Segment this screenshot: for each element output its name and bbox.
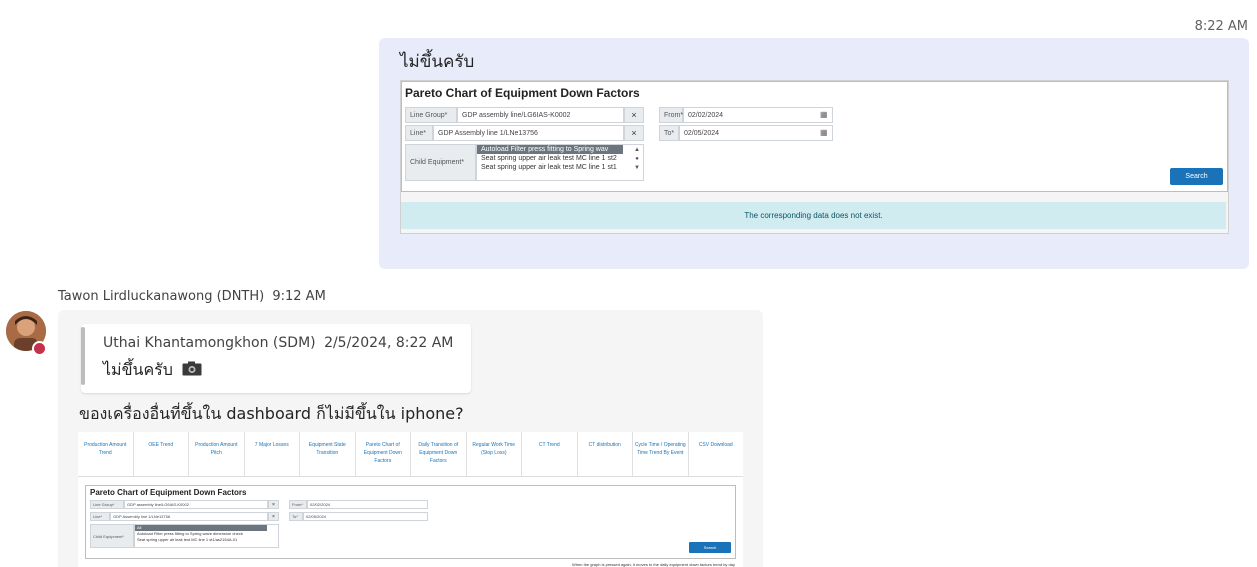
panel-title: Pareto Chart of Equipment Down Factors (405, 86, 640, 100)
tab-pareto-chart[interactable]: Pareto Chart of Equipment Down Factors (356, 432, 411, 476)
to-date-input[interactable]: 02/05/2024 (303, 512, 428, 521)
from-date-input[interactable]: 02/02/2024 (683, 107, 833, 123)
quote-bar (81, 327, 85, 385)
child-equipment-option[interactable]: Autoload Filter press fitting to Spring … (477, 145, 623, 154)
sender-name[interactable]: Tawon Lirdluckanawong (DNTH) (58, 289, 264, 304)
to-date-input[interactable]: 02/05/2024 (679, 125, 833, 141)
message-timestamp: 8:22 AM (1194, 19, 1248, 34)
to-label: To* (289, 512, 303, 521)
clear-line-group-button[interactable]: × (268, 500, 279, 509)
quote-text: ไม่ขึ้นครับ (103, 360, 173, 379)
child-equipment-label: Child Equipment* (90, 524, 134, 548)
message-timestamp: 9:12 AM (272, 289, 326, 304)
child-equipment-label: Child Equipment* (405, 144, 476, 181)
tab-equipment-state-transition[interactable]: Equipment State Transition (300, 432, 356, 476)
tab-csv-download[interactable]: CSV Download (689, 432, 744, 476)
child-equipment-option[interactable]: Seat spring upper air leak test MC line … (135, 537, 278, 543)
list-scrollbar[interactable]: ▲ ● ▼ (633, 146, 641, 173)
child-equipment-option[interactable]: Seat spring upper air leak test MC line … (477, 154, 643, 163)
tab-regular-work-time[interactable]: Regular Work Time (Stop Loss) (467, 432, 522, 476)
line-label: Line* (90, 512, 110, 521)
from-label: From* (289, 500, 307, 509)
child-equipment-list[interactable]: Autoload Filter press fitting to Spring … (476, 144, 644, 181)
quote-text-row: ไม่ขึ้นครับ (103, 358, 202, 383)
message-header: Tawon Lirdluckanawong (DNTH) 9:12 AM (58, 289, 326, 304)
tab-daily-transition[interactable]: Daily Transition of Equipment Down Facto… (411, 432, 467, 476)
camera-icon (182, 361, 202, 380)
search-button[interactable]: Search (689, 542, 731, 553)
line-group-select[interactable]: GDP assembly line/LG6IAS-K0002 (124, 500, 268, 509)
quote-header: Uthai Khantamongkhon (SDM) 2/5/2024, 8:2… (103, 335, 453, 351)
tab-ct-trend[interactable]: CT Trend (522, 432, 578, 476)
clear-line-group-button[interactable]: × (624, 107, 644, 123)
tab-cycle-time[interactable]: Cycle Time / Operating Time Trend By Eve… (633, 432, 689, 476)
pareto-search-panel: Pareto Chart of Equipment Down Factors L… (401, 81, 1228, 192)
panel-title: Pareto Chart of Equipment Down Factors (90, 488, 247, 497)
presence-status-icon (32, 341, 47, 356)
tab-production-amount-trend[interactable]: Production Amount Trend (78, 432, 134, 476)
tab-ct-distribution[interactable]: CT distribution (578, 432, 633, 476)
line-select[interactable]: GDP Assembly line 1/LNe13756 (433, 125, 624, 141)
line-select[interactable]: GDP Assembly line 1/LNe13756 (110, 512, 268, 521)
child-equipment-list[interactable]: All Autoload Filter press fitting to Spr… (134, 524, 279, 548)
from-label: From* (659, 107, 683, 123)
calendar-icon[interactable]: ▦ (820, 110, 828, 119)
clear-line-button[interactable]: × (268, 512, 279, 521)
quote-timestamp: 2/5/2024, 8:22 AM (324, 335, 454, 351)
to-label: To* (659, 125, 679, 141)
footer-note: When the graph is pressed again, it move… (572, 562, 735, 567)
line-group-select[interactable]: GDP assembly line/LG6IAS-K0002 (457, 107, 624, 123)
pareto-search-panel: Pareto Chart of Equipment Down Factors L… (85, 485, 736, 559)
tab-7-major-losses[interactable]: 7 Major Losses (245, 432, 300, 476)
quote-author: Uthai Khantamongkhon (SDM) (103, 335, 316, 351)
clear-line-button[interactable]: × (624, 125, 644, 141)
screenshot-image[interactable]: Production Amount Trend OEE Trend Produc… (78, 432, 743, 567)
screenshot-image[interactable]: Pareto Chart of Equipment Down Factors L… (400, 80, 1229, 234)
child-equipment-option[interactable]: Seat spring upper air leak test MC line … (477, 163, 643, 172)
search-button[interactable]: Search (1170, 168, 1223, 185)
no-data-alert: The corresponding data does not exist. (401, 202, 1226, 229)
line-group-label: Line Group* (90, 500, 124, 509)
message-text: ไม่ขึ้นครับ (400, 52, 475, 72)
dashboard-tabs: Production Amount Trend OEE Trend Produc… (78, 432, 743, 477)
tab-oee-trend[interactable]: OEE Trend (134, 432, 189, 476)
tab-production-amount-pitch[interactable]: Production Amount Pitch (189, 432, 245, 476)
calendar-icon[interactable]: ▦ (820, 128, 828, 137)
from-date-input[interactable]: 02/02/2024 (307, 500, 428, 509)
line-group-label: Line Group* (405, 107, 457, 123)
line-label: Line* (405, 125, 433, 141)
message-text: ของเครื่องอื่นที่ขึ้นใน dashboard ก็ไม่ม… (79, 404, 464, 423)
